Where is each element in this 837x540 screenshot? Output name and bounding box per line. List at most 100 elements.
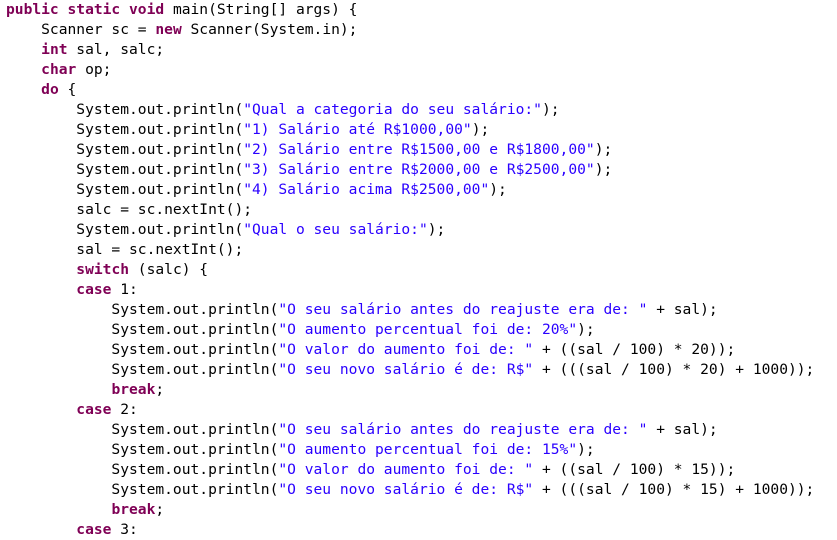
code-string: "O seu novo salário é de: R$" xyxy=(278,361,534,378)
code-text: + sal); xyxy=(647,421,718,438)
code-text: ); xyxy=(471,121,490,138)
code-line: System.out.println("4) Salário acima R$2… xyxy=(0,180,837,200)
code-line: System.out.println("Qual a categoria do … xyxy=(0,100,837,120)
code-text: ); xyxy=(541,101,560,118)
code-line: break; xyxy=(0,500,837,520)
code-line: int sal, salc; xyxy=(0,40,837,60)
code-keyword: char xyxy=(41,61,77,78)
code-keyword: public static void xyxy=(6,1,165,18)
code-keyword: case xyxy=(76,521,112,538)
code-line: System.out.println("O aumento percentual… xyxy=(0,440,837,460)
code-string: "O aumento percentual foi de: 20%" xyxy=(278,321,578,338)
code-keyword: do xyxy=(41,81,59,98)
code-keyword: switch xyxy=(76,261,130,278)
code-line: System.out.println("O aumento percentual… xyxy=(0,320,837,340)
code-text: + ((sal / 100) * 20)); xyxy=(533,341,736,358)
code-line: case 2: xyxy=(0,400,837,420)
code-text: Scanner sc = xyxy=(6,21,156,38)
code-line: System.out.println("O seu salário antes … xyxy=(0,300,837,320)
code-text: sal = sc.nextInt(); xyxy=(6,241,244,258)
code-line: System.out.println("O seu salário antes … xyxy=(0,420,837,440)
code-text: ; xyxy=(155,501,165,518)
code-line: char op; xyxy=(0,60,837,80)
code-line: case 3: xyxy=(0,520,837,540)
code-line: System.out.println("3) Salário entre R$2… xyxy=(0,160,837,180)
code-text: + (((sal / 100) * 20) + 1000)); xyxy=(533,361,815,378)
code-text: (salc) { xyxy=(129,261,209,278)
code-keyword: break xyxy=(111,381,156,398)
code-text: System.out.println( xyxy=(6,321,279,338)
code-line: System.out.println("2) Salário entre R$1… xyxy=(0,140,837,160)
code-string: "O seu salário antes do reajuste era de:… xyxy=(278,301,648,318)
code-text: System.out.println( xyxy=(6,361,279,378)
code-string: "O seu salário antes do reajuste era de:… xyxy=(278,421,648,438)
code-text: System.out.println( xyxy=(6,141,244,158)
code-line: salc = sc.nextInt(); xyxy=(0,200,837,220)
code-text: + sal); xyxy=(647,301,718,318)
code-text: 2: xyxy=(111,401,138,418)
code-string: "O aumento percentual foi de: 15%" xyxy=(278,441,578,458)
code-string: "O valor do aumento foi de: " xyxy=(278,341,534,358)
code-text: Scanner(System.in); xyxy=(181,21,358,38)
code-text: ); xyxy=(594,161,613,178)
code-text: System.out.println( xyxy=(6,481,279,498)
code-line: System.out.println("O seu novo salário é… xyxy=(0,480,837,500)
code-text: salc = sc.nextInt(); xyxy=(6,201,253,218)
code-keyword: case xyxy=(76,281,112,298)
code-keyword: new xyxy=(155,21,182,38)
code-text: ); xyxy=(577,441,595,458)
code-text: 1: xyxy=(111,281,138,298)
code-text: main(String[] args) { xyxy=(164,1,358,18)
code-text: sal, salc; xyxy=(67,41,165,58)
code-text: System.out.println( xyxy=(6,421,279,438)
code-text: System.out.println( xyxy=(6,121,244,138)
code-string: "3) Salário entre R$2000,00 e R$2500,00" xyxy=(243,161,595,178)
code-text: 3: xyxy=(111,521,138,538)
code-text: System.out.println( xyxy=(6,441,279,458)
code-text: { xyxy=(58,81,77,98)
code-line: System.out.println("1) Salário até R$100… xyxy=(0,120,837,140)
code-string: "Qual o seu salário:" xyxy=(243,221,428,238)
code-text: System.out.println( xyxy=(6,301,279,318)
code-text: ); xyxy=(577,321,595,338)
code-text: ; xyxy=(155,381,165,398)
code-text: op; xyxy=(76,61,112,78)
code-line: System.out.println("Qual o seu salário:"… xyxy=(0,220,837,240)
code-line: public static void main(String[] args) { xyxy=(0,0,837,20)
code-line: sal = sc.nextInt(); xyxy=(0,240,837,260)
code-line: break; xyxy=(0,380,837,400)
code-line: System.out.println("O valor do aumento f… xyxy=(0,460,837,480)
code-text: + (((sal / 100) * 15) + 1000)); xyxy=(533,481,815,498)
code-line: do { xyxy=(0,80,837,100)
code-string: "1) Salário até R$1000,00" xyxy=(243,121,472,138)
code-line: switch (salc) { xyxy=(0,260,837,280)
code-line: case 1: xyxy=(0,280,837,300)
code-string: "4) Salário acima R$2500,00" xyxy=(243,181,490,198)
code-keyword: break xyxy=(111,501,156,518)
code-text: ); xyxy=(427,221,446,238)
code-text: + ((sal / 100) * 15)); xyxy=(533,461,736,478)
code-line: Scanner sc = new Scanner(System.in); xyxy=(0,20,837,40)
code-text: ); xyxy=(594,141,613,158)
code-line: System.out.println("O valor do aumento f… xyxy=(0,340,837,360)
code-text: ); xyxy=(489,181,507,198)
code-text: System.out.println( xyxy=(6,161,244,178)
code-text: System.out.println( xyxy=(6,341,279,358)
code-line: System.out.println("O seu novo salário é… xyxy=(0,360,837,380)
code-keyword: case xyxy=(76,401,112,418)
code-string: "Qual a categoria do seu salário:" xyxy=(243,101,542,118)
code-text: System.out.println( xyxy=(6,461,279,478)
code-string: "O seu novo salário é de: R$" xyxy=(278,481,534,498)
code-editor[interactable]: public static void main(String[] args) {… xyxy=(0,0,837,540)
code-text: System.out.println( xyxy=(6,221,244,238)
code-keyword: int xyxy=(41,41,68,58)
